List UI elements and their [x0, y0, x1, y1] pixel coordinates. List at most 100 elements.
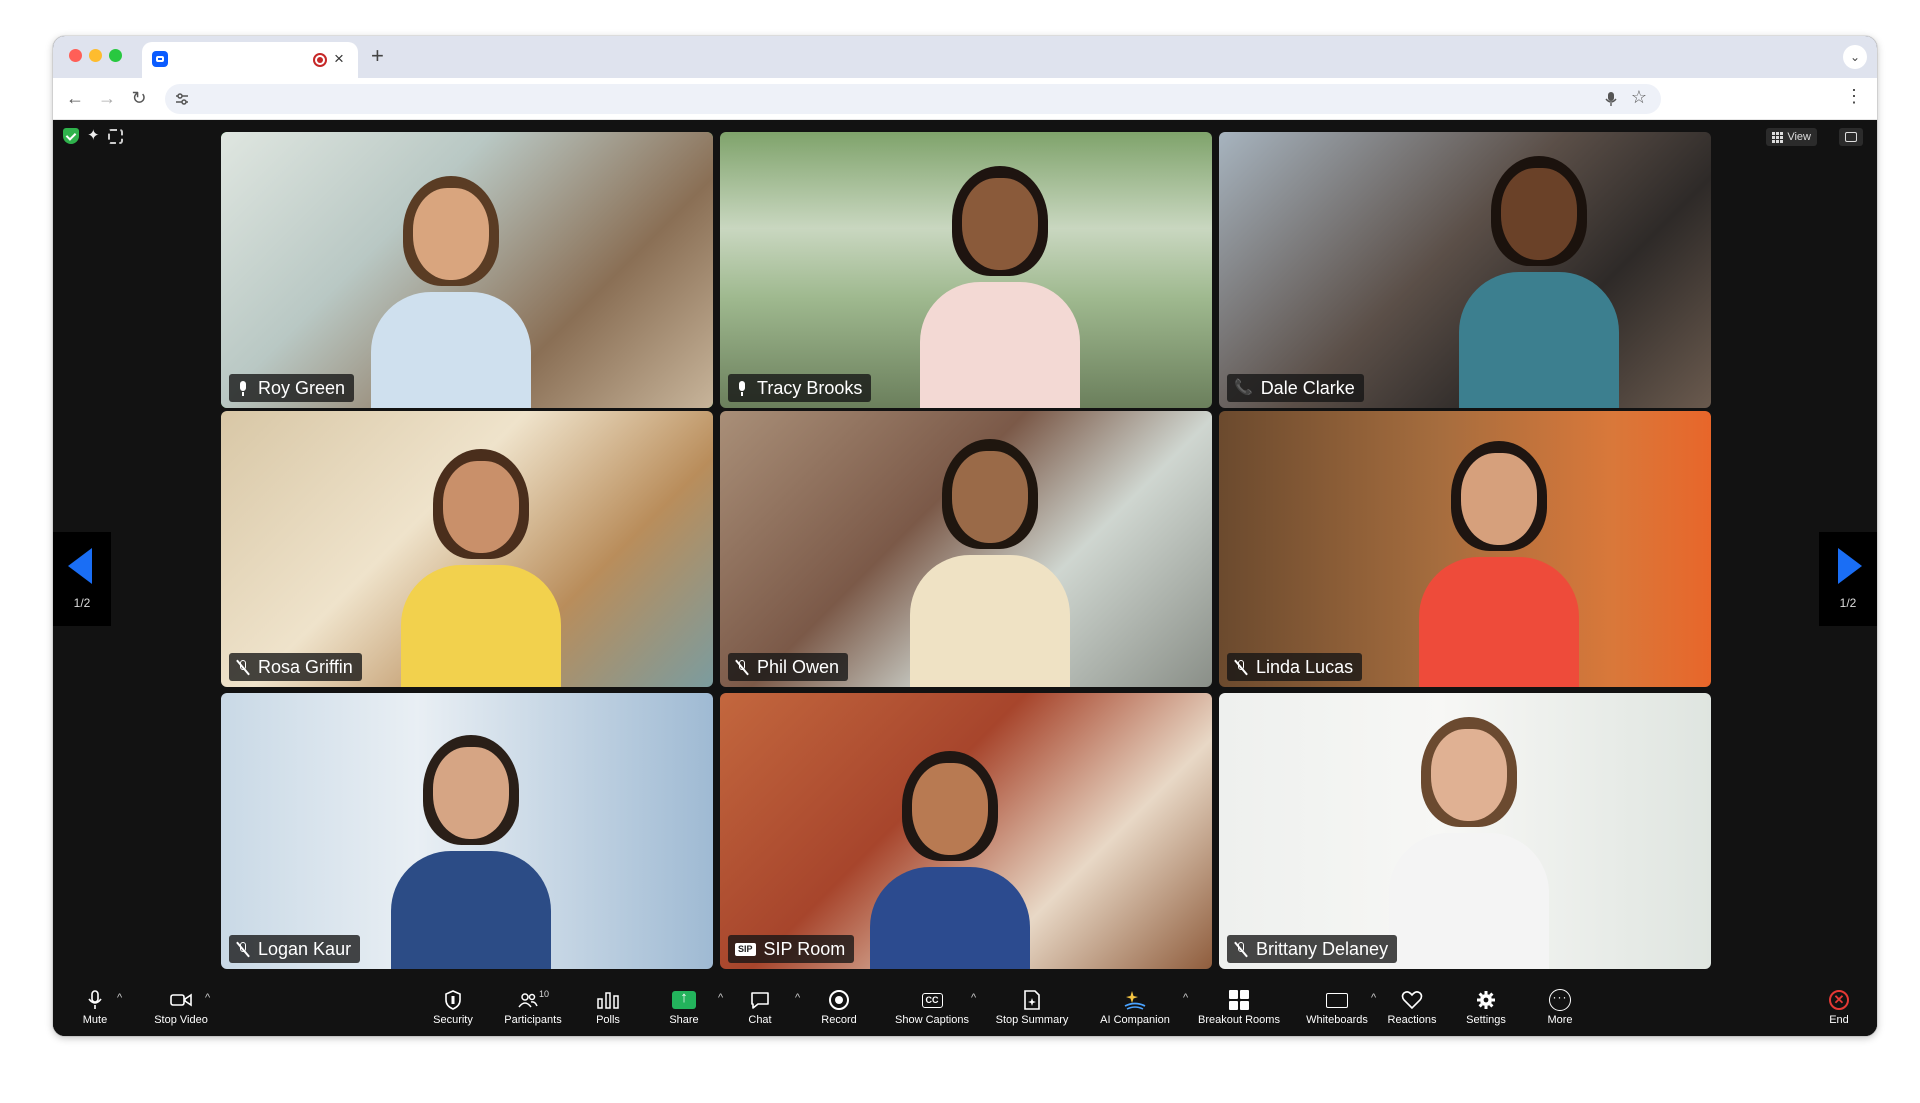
microphone-muted-icon — [236, 941, 250, 957]
captions-options-chevron-icon[interactable]: ^ — [971, 992, 976, 1004]
video-tile[interactable]: Linda Lucas — [1219, 411, 1711, 687]
tab-strip: × + ⌄ — [53, 36, 1877, 78]
security-button[interactable]: Security — [425, 988, 481, 1032]
participant-name-tag: Roy Green — [229, 374, 355, 402]
stop-summary-button[interactable]: Stop Summary — [987, 988, 1077, 1032]
participant-name-tag: Logan Kaur — [229, 935, 361, 963]
end-label: End — [1829, 1014, 1849, 1026]
grid-view-icon — [1772, 131, 1784, 143]
participant-figure — [920, 166, 1080, 408]
tab-search-button[interactable]: ⌄ — [1843, 45, 1867, 69]
bookmark-star-icon[interactable]: ☆ — [1631, 87, 1647, 108]
video-tile[interactable]: Rosa Griffin — [221, 411, 713, 687]
ai-companion-options-chevron-icon[interactable]: ^ — [1183, 992, 1188, 1004]
voice-search-icon[interactable] — [1605, 91, 1617, 107]
close-window-button[interactable] — [69, 49, 82, 62]
settings-label: Settings — [1466, 1014, 1506, 1026]
video-tile[interactable]: Brittany Delaney — [1219, 693, 1711, 969]
mute-button[interactable]: Mute — [67, 988, 123, 1032]
chat-options-chevron-icon[interactable]: ^ — [795, 992, 800, 1004]
stop-summary-label: Stop Summary — [995, 1014, 1069, 1026]
share-button[interactable]: Share — [659, 988, 709, 1032]
video-tile[interactable]: Logan Kaur — [221, 693, 713, 969]
participant-name: Roy Green — [258, 378, 346, 398]
minimize-window-button[interactable] — [89, 49, 102, 62]
security-label: Security — [433, 1014, 473, 1026]
breakout-rooms-label: Breakout Rooms — [1198, 1014, 1280, 1026]
whiteboards-options-chevron-icon[interactable]: ^ — [1371, 992, 1376, 1004]
reactions-button[interactable]: Reactions — [1381, 988, 1443, 1032]
more-button[interactable]: ··· More — [1537, 988, 1583, 1032]
site-settings-icon[interactable] — [175, 92, 189, 106]
ai-companion-button[interactable]: AI Companion — [1091, 988, 1179, 1032]
chat-button[interactable]: Chat — [735, 988, 785, 1032]
participant-figure — [910, 439, 1070, 687]
microphone-muted-icon — [1234, 941, 1248, 957]
video-tile[interactable]: SIP SIP Room — [720, 693, 1212, 969]
chat-label: Chat — [748, 1014, 772, 1026]
reload-button[interactable]: ↻ — [129, 88, 149, 109]
view-label: View — [1787, 131, 1811, 143]
forward-button[interactable]: → — [97, 88, 117, 109]
microphone-muted-icon — [236, 659, 250, 675]
page-indicator-left: 1/2 — [73, 596, 91, 610]
video-tile[interactable]: Tracy Brooks — [720, 132, 1212, 408]
next-page-button[interactable]: 1/2 — [1819, 532, 1877, 626]
participant-name: Tracy Brooks — [757, 378, 863, 398]
participant-figure — [1389, 717, 1549, 969]
summary-document-icon — [987, 988, 1077, 1012]
browser-menu-button[interactable]: ⋮ — [1845, 86, 1863, 107]
arrow-left-icon — [68, 548, 92, 584]
microphone-muted-icon — [1234, 659, 1248, 675]
maximize-window-button[interactable] — [109, 49, 122, 62]
more-label: More — [1547, 1014, 1573, 1026]
ai-companion-sparkle-icon[interactable]: ✦ — [87, 128, 100, 144]
participant-name: SIP Room — [763, 939, 846, 959]
breakout-rooms-button[interactable]: Breakout Rooms — [1193, 988, 1285, 1032]
show-captions-label: Show Captions — [895, 1014, 969, 1026]
page-indicator-right: 1/2 — [1839, 596, 1857, 610]
video-tile[interactable]: Phil Owen — [720, 411, 1212, 687]
microphone-icon — [735, 380, 749, 396]
end-meeting-button[interactable]: ✕ End — [1819, 988, 1859, 1032]
participant-name: Dale Clarke — [1260, 378, 1355, 398]
share-screen-icon — [672, 989, 696, 1009]
participant-name: Logan Kaur — [258, 939, 352, 959]
video-tile[interactable]: Roy Green — [221, 132, 713, 408]
end-call-icon: ✕ — [1829, 990, 1849, 1010]
view-button[interactable]: View — [1766, 128, 1817, 146]
previous-page-button[interactable]: 1/2 — [53, 532, 111, 626]
reactions-label: Reactions — [1387, 1014, 1437, 1026]
show-captions-button[interactable]: CC Show Captions — [889, 988, 975, 1032]
participants-icon: 10 — [493, 988, 573, 1012]
ai-companion-icon — [1091, 988, 1179, 1012]
focus-mode-icon[interactable] — [107, 129, 123, 144]
participant-figure — [391, 735, 551, 969]
participants-button[interactable]: 10 Participants — [493, 988, 573, 1032]
polls-bar-icon — [583, 988, 633, 1012]
polls-button[interactable]: Polls — [583, 988, 633, 1032]
participant-name-tag: Rosa Griffin — [229, 653, 362, 681]
participant-name-tag: Linda Lucas — [1227, 653, 1363, 681]
audio-options-chevron-icon[interactable]: ^ — [117, 992, 122, 1004]
new-tab-button[interactable]: + — [371, 43, 384, 69]
video-tile[interactable]: 📞 Dale Clarke — [1219, 132, 1711, 408]
reactions-heart-icon — [1381, 988, 1443, 1012]
whiteboards-button[interactable]: Whiteboards — [1301, 988, 1373, 1032]
tab-close-button[interactable]: × — [334, 49, 344, 69]
encryption-shield-icon[interactable] — [63, 128, 79, 144]
whiteboard-icon — [1326, 992, 1348, 1008]
video-options-chevron-icon[interactable]: ^ — [205, 992, 210, 1004]
sip-icon: SIP — [735, 942, 756, 956]
picture-in-picture-button[interactable] — [1839, 128, 1863, 146]
record-button[interactable]: Record — [811, 988, 867, 1032]
settings-button[interactable]: Settings — [1459, 988, 1513, 1032]
participant-name-tag: 📞 Dale Clarke — [1227, 374, 1364, 402]
address-bar[interactable]: ☆ — [165, 84, 1661, 114]
back-button[interactable]: ← — [65, 88, 85, 109]
share-options-chevron-icon[interactable]: ^ — [718, 992, 723, 1004]
closed-captions-icon: CC — [921, 992, 943, 1008]
browser-tab[interactable]: × — [142, 42, 358, 78]
breakout-rooms-icon — [1229, 990, 1249, 1010]
participant-figure — [401, 449, 561, 687]
